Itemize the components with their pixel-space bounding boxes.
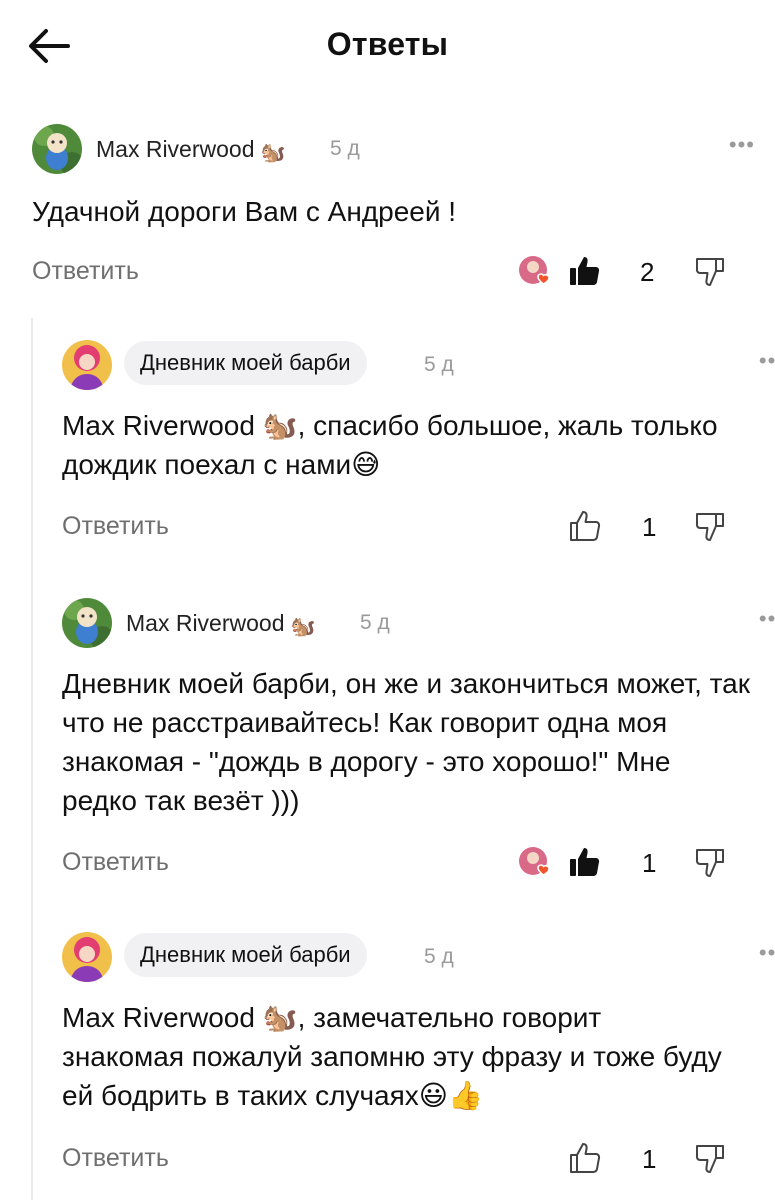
- like-button[interactable]: [568, 509, 602, 543]
- comment-text: Max Riverwood 🐿️, спасибо большое, жаль …: [62, 410, 718, 480]
- like-count: 1: [642, 848, 657, 878]
- page-title: Ответы: [326, 26, 449, 62]
- comment-header: Max Riverwood🐿️ 5 д •••: [32, 124, 775, 180]
- like-button[interactable]: [568, 1141, 602, 1175]
- comment-header: Дневник моей барби 5 д •••: [62, 932, 775, 988]
- reply-button[interactable]: Ответить: [62, 1144, 169, 1173]
- author-name[interactable]: Max Riverwood 🐿️: [96, 136, 285, 165]
- comment-actions: Ответить 1: [62, 1141, 732, 1184]
- avatar[interactable]: [62, 340, 112, 390]
- like-button[interactable]: [568, 254, 602, 288]
- reply-button[interactable]: Ответить: [62, 848, 169, 877]
- dislike-button[interactable]: [694, 846, 728, 880]
- comment-text: Max Riverwood 🐿️, замечательно говорит з…: [62, 1002, 722, 1111]
- thumbs-down-icon: [695, 1145, 724, 1173]
- thumbs-up-filled-icon: [570, 257, 600, 285]
- like-count: 2: [640, 257, 655, 287]
- thumbs-up-icon: [570, 511, 601, 541]
- thumbs-up-icon: [570, 1143, 601, 1173]
- reactions-avatar-icon: [518, 255, 552, 289]
- avatar[interactable]: [32, 124, 82, 174]
- author-name[interactable]: Дневник моей барби: [124, 341, 367, 385]
- dislike-button[interactable]: [694, 510, 728, 544]
- comment-time: 5 д: [424, 353, 454, 376]
- comment-header: Дневник моей барби 5 д •••: [62, 340, 775, 396]
- more-options-button[interactable]: •••: [759, 606, 775, 632]
- thumbs-down-icon: [695, 513, 724, 541]
- like-count: 1: [642, 1144, 657, 1174]
- author-name[interactable]: Дневник моей барби: [124, 933, 367, 977]
- comment-actions: Ответить 1: [62, 845, 732, 888]
- comment-text: Удачной дороги Вам с Андреей !: [32, 196, 457, 227]
- like-button[interactable]: [568, 845, 602, 879]
- comment-text: Дневник моей барби, он же и закончиться …: [62, 668, 750, 816]
- comment-time: 5 д: [360, 611, 390, 634]
- dislike-button[interactable]: [694, 1142, 728, 1176]
- avatar[interactable]: [62, 932, 112, 982]
- avatar[interactable]: [62, 598, 112, 648]
- comment-time: 5 д: [330, 137, 360, 160]
- author-name[interactable]: Max Riverwood 🐿️: [126, 610, 315, 639]
- thread-line: [31, 318, 33, 1200]
- thumbs-down-icon: [695, 258, 724, 286]
- reply-button[interactable]: Ответить: [32, 257, 139, 286]
- reply-button[interactable]: Ответить: [62, 512, 169, 541]
- comment-header: Max Riverwood🐿️ 5 д •••: [62, 598, 775, 654]
- squirrel-badge-icon: 🐿️: [260, 142, 286, 164]
- thumbs-up-filled-icon: [570, 848, 600, 876]
- more-options-button[interactable]: •••: [759, 348, 775, 374]
- comment-actions: Ответить 2: [32, 254, 732, 297]
- thumbs-down-icon: [695, 849, 724, 877]
- comment-time: 5 д: [424, 945, 454, 968]
- dislike-button[interactable]: [694, 255, 728, 289]
- comment-actions: Ответить 1: [62, 509, 732, 552]
- squirrel-badge-icon: 🐿️: [290, 616, 316, 638]
- like-count: 1: [642, 512, 657, 542]
- reactions-avatar-icon: [518, 846, 552, 880]
- more-options-button[interactable]: •••: [729, 132, 755, 158]
- top-bar: Ответы: [0, 0, 775, 96]
- more-options-button[interactable]: •••: [759, 940, 775, 966]
